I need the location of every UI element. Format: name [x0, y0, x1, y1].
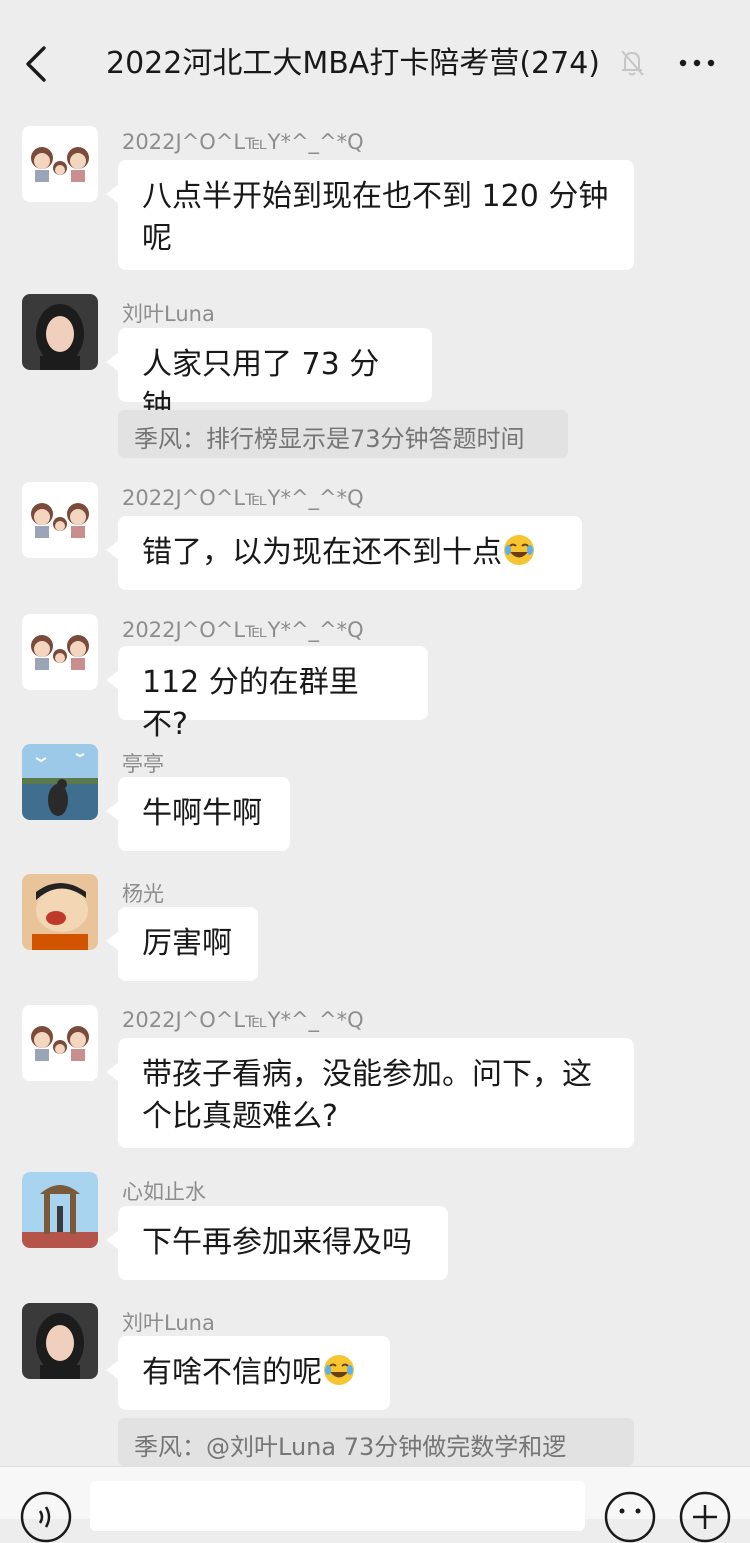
smiley-icon[interactable] — [604, 1491, 656, 1543]
message-text: 带孩子看病，没能参加。问下，这个比真题难么? — [142, 1057, 592, 1134]
message-text: 有啥不信的呢 — [142, 1355, 322, 1390]
chat-header: 2022河北工大MBA打卡陪考营(274) — [0, 0, 750, 126]
laugh-cry-emoji — [504, 535, 534, 565]
sender-name: 心如止水 — [122, 1180, 206, 1204]
voice-icon[interactable] — [20, 1491, 72, 1543]
quote-text: 季风：排行榜显示是73分钟答题时间 — [134, 425, 525, 453]
message-bubble[interactable]: 牛啊牛啊 — [106, 777, 290, 851]
sender-name: 2022J^O^L℡Y*^_^*Q — [122, 486, 364, 510]
quote-text: 季风：@刘叶Luna 73分钟做完数学和逻 — [134, 1433, 567, 1461]
message-bubble[interactable]: 人家只用了 73 分钟 — [106, 328, 432, 424]
woman-photo-avatar[interactable] — [22, 1303, 98, 1379]
message-text: 厉害啊 — [142, 926, 232, 961]
message-text: 错了，以为现在还不到十点 — [142, 535, 502, 570]
message-input[interactable] — [90, 1481, 585, 1531]
message-text: 牛啊牛啊 — [142, 796, 262, 831]
chevron-left-icon[interactable] — [22, 42, 52, 86]
message-text: 八点半开始到现在也不到 120 分钟呢 — [142, 179, 609, 256]
sender-name: 2022J^O^L℡Y*^_^*Q — [122, 1008, 364, 1032]
sender-name: 2022J^O^L℡Y*^_^*Q — [122, 130, 364, 154]
lake-photo-avatar[interactable] — [22, 744, 98, 820]
more-dots-icon[interactable] — [678, 50, 716, 76]
sender-name: 亭亭 — [122, 752, 164, 776]
sender-name: 2022J^O^L℡Y*^_^*Q — [122, 618, 364, 642]
plus-circle-icon[interactable] — [679, 1491, 731, 1543]
message-bubble[interactable]: 112 分的在群里不? — [106, 646, 428, 742]
message-bubble[interactable]: 有啥不信的呢 — [106, 1336, 390, 1410]
sender-name: 刘叶Luna — [122, 302, 215, 326]
cartoon-family-avatar[interactable] — [22, 126, 98, 202]
message-text: 112 分的在群里不? — [142, 665, 359, 742]
sender-name: 刘叶Luna — [122, 1311, 215, 1335]
cartoon-boy-avatar[interactable] — [22, 874, 98, 950]
cartoon-family-avatar[interactable] — [22, 1005, 98, 1081]
message-bubble[interactable]: 下午再参加来得及吗 — [106, 1206, 448, 1280]
message-bubble[interactable]: 八点半开始到现在也不到 120 分钟呢 — [106, 160, 634, 270]
monument-photo-avatar[interactable] — [22, 1172, 98, 1248]
cartoon-family-avatar[interactable] — [22, 614, 98, 690]
message-bubble[interactable]: 厉害啊 — [106, 907, 258, 981]
message-text: 下午再参加来得及吗 — [142, 1225, 412, 1260]
chat-title: 2022河北工大MBA打卡陪考营(274) — [106, 46, 601, 81]
woman-photo-avatar[interactable] — [22, 294, 98, 370]
laugh-cry-emoji — [324, 1355, 354, 1385]
quoted-reply[interactable]: 季风：@刘叶Luna 73分钟做完数学和逻 — [118, 1418, 634, 1466]
bell-off-icon — [621, 50, 644, 76]
message-bubble[interactable]: 带孩子看病，没能参加。问下，这个比真题难么? — [106, 1038, 634, 1148]
quoted-reply[interactable]: 季风：排行榜显示是73分钟答题时间 — [118, 410, 568, 458]
cartoon-family-avatar[interactable] — [22, 482, 98, 558]
message-bubble[interactable]: 错了，以为现在还不到十点 — [106, 516, 582, 590]
sender-name: 杨光 — [122, 882, 164, 906]
input-bar — [0, 1466, 750, 1543]
